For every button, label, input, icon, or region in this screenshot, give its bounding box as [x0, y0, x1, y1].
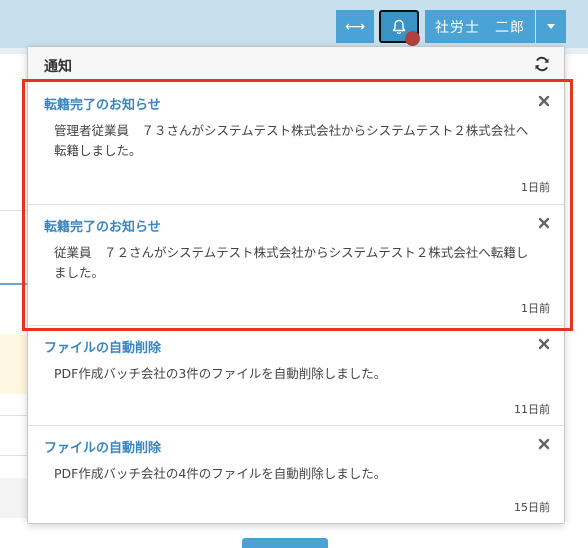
- notification-item[interactable]: ファイルの自動削除 PDF作成バッチ会社の3件のファイルを自動削除しました。 1…: [28, 326, 564, 426]
- notification-title[interactable]: ファイルの自動削除: [44, 337, 161, 356]
- notification-badge: [405, 31, 420, 46]
- notification-panel: 通知 転籍完了のお知らせ 管理者従業員 ７３さんがシステムテスト株式会社からシス…: [27, 46, 565, 524]
- background-row: [0, 283, 28, 285]
- notification-body: 管理者従業員 ７３さんがシステムテスト株式会社からシステムテスト２株式会社へ転籍…: [54, 123, 529, 158]
- background-row: [0, 455, 28, 456]
- background-row: [0, 210, 28, 211]
- notification-time: 1日前: [521, 181, 550, 194]
- notification-time: 1日前: [521, 302, 550, 315]
- bell-icon: [392, 19, 406, 34]
- notification-title[interactable]: 転籍完了のお知らせ: [44, 216, 161, 235]
- notification-title[interactable]: 転籍完了のお知らせ: [44, 94, 161, 113]
- notification-body: 従業員 ７２さんがシステムテスト株式会社からシステムテスト２株式会社へ転籍しまし…: [54, 245, 529, 280]
- notification-item[interactable]: 転籍完了のお知らせ 管理者従業員 ７３さんがシステムテスト株式会社からシステムテ…: [28, 83, 564, 205]
- user-menu-dropdown-toggle[interactable]: [536, 10, 566, 43]
- user-name: 社労士 二郎: [435, 19, 525, 36]
- notification-time: 15日前: [514, 501, 550, 514]
- close-icon[interactable]: [538, 438, 550, 450]
- notification-title[interactable]: ファイルの自動削除: [44, 437, 161, 456]
- expand-button[interactable]: ⟷: [336, 10, 374, 43]
- notification-time: 11日前: [514, 403, 550, 416]
- background-button: [242, 538, 328, 548]
- user-menu-button[interactable]: 社労士 二郎: [425, 10, 535, 43]
- background-row: [0, 415, 28, 416]
- refresh-icon[interactable]: [534, 56, 550, 72]
- notification-body: PDF作成バッチ会社の4件のファイルを自動削除しました。: [54, 466, 387, 481]
- expand-arrows-icon: ⟷: [344, 18, 366, 35]
- notification-item[interactable]: ファイルの自動削除 PDF作成バッチ会社の4件のファイルを自動削除しました。 1…: [28, 426, 564, 523]
- background-row: [0, 478, 28, 518]
- background-row: [0, 334, 28, 394]
- panel-title: 通知: [44, 59, 72, 75]
- close-icon[interactable]: [538, 338, 550, 350]
- panel-header: 通知: [28, 47, 564, 81]
- close-icon[interactable]: [538, 95, 550, 107]
- notification-body: PDF作成バッチ会社の3件のファイルを自動削除しました。: [54, 366, 387, 381]
- notification-item[interactable]: 転籍完了のお知らせ 従業員 ７２さんがシステムテスト株式会社からシステムテスト２…: [28, 205, 564, 326]
- close-icon[interactable]: [538, 217, 550, 229]
